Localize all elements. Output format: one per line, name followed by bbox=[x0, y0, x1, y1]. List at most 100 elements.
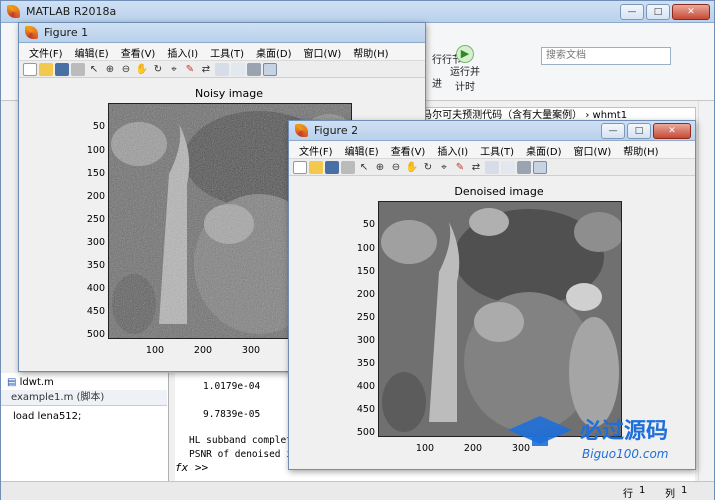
print-icon[interactable] bbox=[341, 160, 355, 174]
show-plot-tools-icon[interactable] bbox=[263, 62, 277, 76]
hide-plot-tools-icon[interactable] bbox=[517, 160, 531, 174]
menu-insert[interactable]: 插入(I) bbox=[161, 43, 204, 60]
axes-title: Denoised image bbox=[454, 185, 544, 198]
y-tick: 50 bbox=[362, 219, 375, 230]
save-icon[interactable] bbox=[325, 160, 339, 174]
zoom-out-icon[interactable]: ⊖ bbox=[119, 63, 133, 76]
watermark-logo: 必过源码 Biguo100.com bbox=[508, 416, 668, 461]
print-icon[interactable] bbox=[71, 62, 85, 76]
menu-desktop[interactable]: 桌面(D) bbox=[250, 43, 298, 60]
new-figure-icon[interactable] bbox=[293, 160, 307, 174]
axes-title: Noisy image bbox=[194, 87, 263, 100]
figure-2-menubar: 文件(F) 编辑(E) 查看(V) 插入(I) 工具(T) 桌面(D) 窗口(W… bbox=[289, 141, 695, 158]
advance-button[interactable]: 进 bbox=[427, 75, 447, 90]
menu-tools[interactable]: 工具(T) bbox=[474, 141, 520, 158]
menu-help[interactable]: 帮助(H) bbox=[347, 43, 394, 60]
command-prompt[interactable]: fx >> bbox=[175, 461, 208, 474]
x-tick: 300 bbox=[241, 345, 261, 356]
matlab-logo-icon bbox=[7, 5, 20, 18]
open-file-icon[interactable] bbox=[39, 62, 53, 76]
y-tick: 100 bbox=[356, 243, 375, 254]
save-icon[interactable] bbox=[55, 62, 69, 76]
watermark-url: Biguo100.com bbox=[582, 447, 668, 461]
col-label: 列 bbox=[665, 489, 675, 500]
brush-icon[interactable]: ✎ bbox=[453, 161, 467, 174]
open-file-icon[interactable] bbox=[309, 160, 323, 174]
y-tick: 150 bbox=[86, 168, 105, 179]
pointer-icon[interactable]: ↖ bbox=[87, 63, 101, 76]
cmd-output-2: 9.7839e-05 bbox=[203, 409, 261, 420]
right-scrollbar[interactable] bbox=[698, 101, 714, 481]
menu-insert[interactable]: 插入(I) bbox=[431, 141, 474, 158]
x-tick: 200 bbox=[193, 345, 213, 356]
y-tick: 250 bbox=[86, 214, 105, 225]
denoised-image[interactable] bbox=[378, 201, 622, 437]
minimize-button[interactable]: — bbox=[601, 122, 625, 139]
main-window-title: MATLAB R2018a bbox=[26, 5, 117, 18]
x-tick: 200 bbox=[463, 443, 483, 454]
menu-edit[interactable]: 编辑(E) bbox=[69, 43, 115, 60]
maximize-button[interactable]: □ bbox=[646, 3, 670, 20]
minimize-button[interactable]: — bbox=[620, 3, 644, 20]
data-cursor-icon[interactable]: ⌖ bbox=[167, 63, 181, 76]
zoom-in-icon[interactable]: ⊕ bbox=[103, 63, 117, 76]
figure-2-toolbar: ↖ ⊕ ⊖ ✋ ↻ ⌖ ✎ ⇄ bbox=[289, 158, 695, 176]
y-tick: 450 bbox=[356, 404, 375, 415]
search-docs-input[interactable]: 搜索文档 bbox=[541, 47, 671, 65]
menu-file[interactable]: 文件(F) bbox=[293, 141, 339, 158]
run-and-time-button[interactable]: ▶ 运行并 计时 bbox=[449, 45, 481, 93]
legend-icon[interactable] bbox=[501, 160, 515, 174]
y-tick: 300 bbox=[86, 237, 105, 248]
y-tick: 350 bbox=[86, 260, 105, 271]
close-button[interactable]: ✕ bbox=[672, 3, 710, 20]
x-tick: 100 bbox=[415, 443, 435, 454]
menu-desktop[interactable]: 桌面(D) bbox=[520, 141, 568, 158]
maximize-button[interactable]: □ bbox=[627, 122, 651, 139]
rotate-icon[interactable]: ↻ bbox=[421, 161, 435, 174]
colorbar-icon[interactable] bbox=[215, 62, 229, 76]
zoom-out-icon[interactable]: ⊖ bbox=[389, 161, 403, 174]
main-title-bar: MATLAB R2018a — □ ✕ bbox=[1, 1, 714, 23]
figure-1-title-bar: Figure 1 bbox=[19, 23, 425, 43]
legend-icon[interactable] bbox=[231, 62, 245, 76]
data-cursor-icon[interactable]: ⌖ bbox=[437, 161, 451, 174]
y-tick: 300 bbox=[356, 335, 375, 346]
y-tick: 400 bbox=[356, 381, 375, 392]
menu-window[interactable]: 窗口(W) bbox=[298, 43, 348, 60]
advance-label: 进 bbox=[432, 79, 442, 90]
watermark: 必过源码 Biguo100.com bbox=[500, 406, 700, 466]
run-time-label-2: 计时 bbox=[455, 82, 475, 93]
colorbar-icon[interactable] bbox=[485, 160, 499, 174]
menu-window[interactable]: 窗口(W) bbox=[568, 141, 618, 158]
m-file-icon: ▤ bbox=[7, 377, 17, 388]
menu-view[interactable]: 查看(V) bbox=[385, 141, 432, 158]
file-list-item[interactable]: ▤ ldwt.m bbox=[7, 377, 54, 388]
pan-icon[interactable]: ✋ bbox=[405, 161, 419, 174]
menu-view[interactable]: 查看(V) bbox=[115, 43, 162, 60]
link-icon[interactable]: ⇄ bbox=[469, 161, 483, 174]
brush-icon[interactable]: ✎ bbox=[183, 63, 197, 76]
close-button[interactable]: ✕ bbox=[653, 122, 691, 139]
status-bar: 行 1 列 1 bbox=[1, 481, 714, 500]
menu-help[interactable]: 帮助(H) bbox=[617, 141, 664, 158]
details-header: example1.m (脚本) bbox=[1, 390, 167, 406]
new-figure-icon[interactable] bbox=[23, 62, 37, 76]
menu-file[interactable]: 文件(F) bbox=[23, 43, 69, 60]
y-tick: 250 bbox=[356, 312, 375, 323]
menu-edit[interactable]: 编辑(E) bbox=[339, 141, 385, 158]
cmd-output-4: PSNR of denoised ima bbox=[189, 449, 304, 460]
cmd-output-3: HL subband completed bbox=[189, 435, 304, 446]
y-tick: 100 bbox=[86, 145, 105, 156]
zoom-in-icon[interactable]: ⊕ bbox=[373, 161, 387, 174]
pointer-icon[interactable]: ↖ bbox=[357, 161, 371, 174]
hide-plot-tools-icon[interactable] bbox=[247, 62, 261, 76]
x-tick: 100 bbox=[145, 345, 165, 356]
y-tick: 350 bbox=[356, 358, 375, 369]
link-icon[interactable]: ⇄ bbox=[199, 63, 213, 76]
y-tick: 500 bbox=[86, 329, 105, 340]
rotate-icon[interactable]: ↻ bbox=[151, 63, 165, 76]
menu-tools[interactable]: 工具(T) bbox=[204, 43, 250, 60]
pan-icon[interactable]: ✋ bbox=[135, 63, 149, 76]
row-value: 1 bbox=[639, 485, 646, 496]
show-plot-tools-icon[interactable] bbox=[533, 160, 547, 174]
